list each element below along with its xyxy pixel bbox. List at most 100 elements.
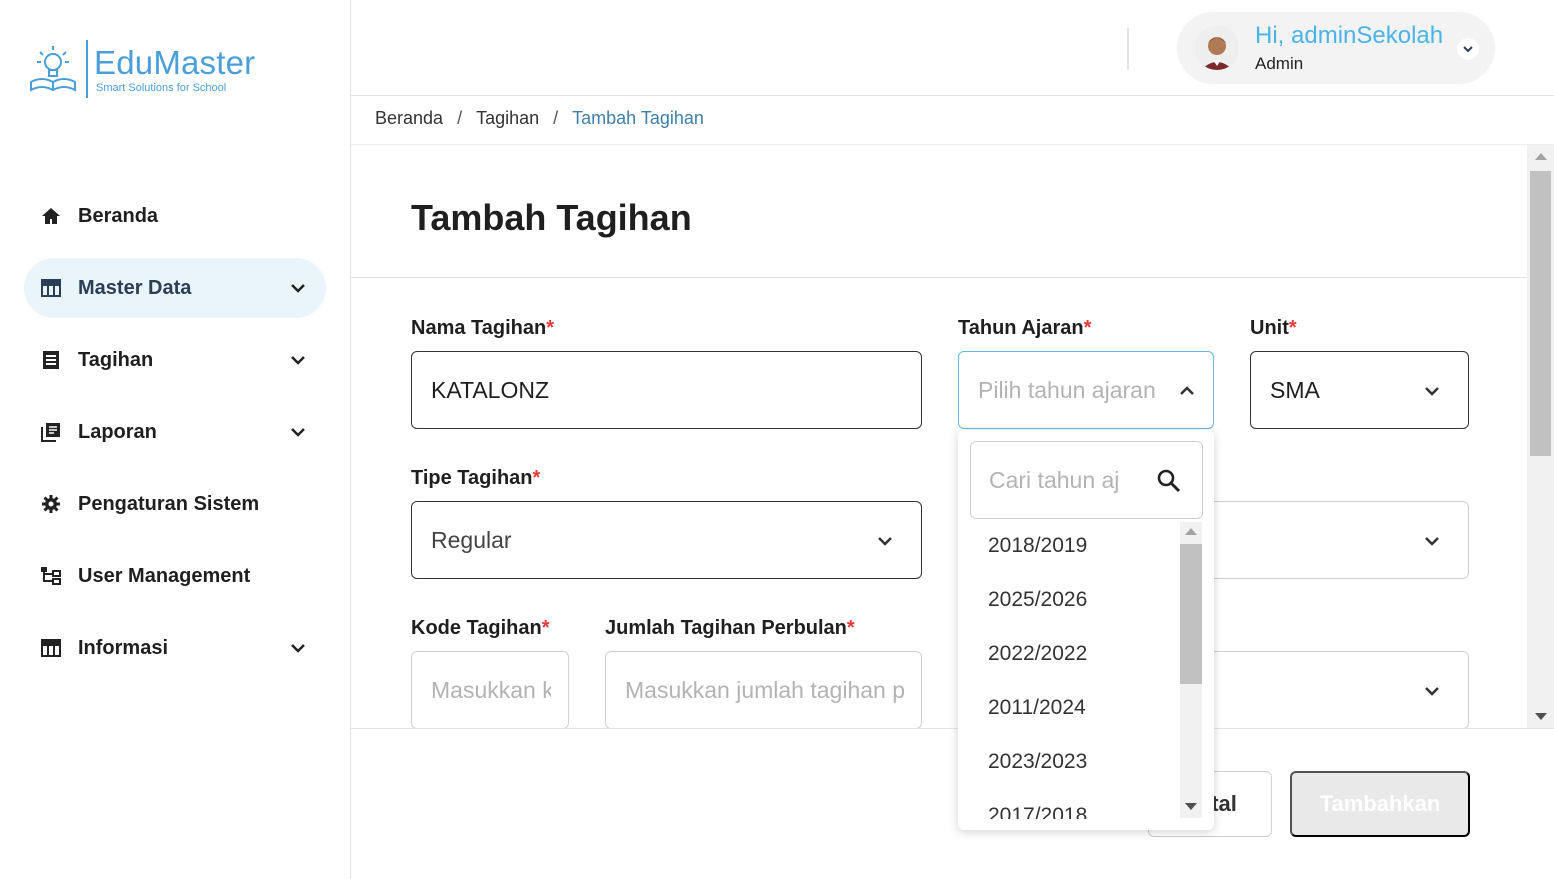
gear-icon xyxy=(40,493,62,515)
avatar xyxy=(1195,26,1239,70)
scroll-up-arrow[interactable] xyxy=(1535,153,1547,160)
nama-tagihan-input[interactable]: KATALONZ xyxy=(411,351,922,429)
breadcrumb-separator: / xyxy=(553,108,559,128)
sidebar-item-label: Beranda xyxy=(78,204,159,227)
unit-label: Unit* xyxy=(1250,317,1297,340)
required-marker: * xyxy=(1288,317,1297,339)
jumlah-tagihan-label: Jumlah Tagihan Perbulan* xyxy=(605,617,855,640)
sidebar: EduMaster Smart Solutions for School Ber… xyxy=(0,0,351,879)
kode-tagihan-label: Kode Tagihan* xyxy=(411,617,550,640)
sidebar-item-label: Pengaturan Sistem xyxy=(78,492,260,515)
sidebar-item-label: Tagihan xyxy=(78,348,154,371)
logo-divider xyxy=(86,40,88,98)
title-divider xyxy=(351,277,1527,278)
search-icon xyxy=(1156,468,1182,494)
scrollbar-thumb[interactable] xyxy=(1180,544,1202,684)
home-icon xyxy=(40,205,62,227)
chevron-down-icon xyxy=(1422,680,1442,700)
scroll-up-arrow[interactable] xyxy=(1185,528,1197,535)
breadcrumb-item-tagihan[interactable]: Tagihan xyxy=(476,108,539,129)
scroll-down-arrow[interactable] xyxy=(1185,803,1197,810)
user-greeting: Hi, adminSekolah xyxy=(1255,22,1444,49)
chevron-down-icon xyxy=(288,422,308,442)
form-card: Tambah Tagihan Nama Tagihan* KATALONZ Ta… xyxy=(351,145,1527,728)
right-select-row2[interactable] xyxy=(1181,501,1469,579)
tipe-tagihan-value: Regular xyxy=(431,526,512,553)
content-scrollbar[interactable] xyxy=(1527,145,1554,728)
tahun-ajaran-select[interactable]: Pilih tahun ajaran xyxy=(958,351,1214,429)
scrollbar-thumb[interactable] xyxy=(1530,171,1551,456)
user-info: Hi, adminSekolah Admin xyxy=(1255,22,1443,74)
report-icon xyxy=(40,421,62,443)
sidebar-item-beranda[interactable]: Beranda xyxy=(24,186,326,246)
tahun-search-placeholder: Cari tahun aj xyxy=(989,466,1120,493)
label-text: Tahun Ajaran xyxy=(958,317,1084,339)
tahun-option[interactable]: 2022/2022 xyxy=(958,627,1180,681)
table-icon xyxy=(40,277,62,299)
sidebar-item-informasi[interactable]: Informasi xyxy=(24,618,326,678)
chevron-up-icon xyxy=(1177,380,1197,400)
jumlah-tagihan-placeholder: Masukkan jumlah tagihan p xyxy=(625,676,905,703)
tahun-option[interactable]: 2011/2024 xyxy=(958,681,1180,735)
breadcrumb-current: Tambah Tagihan xyxy=(572,108,704,128)
tahun-option[interactable]: 2018/2019 xyxy=(958,519,1180,573)
breadcrumb-separator: / xyxy=(457,108,463,128)
tipe-tagihan-select[interactable]: Regular xyxy=(411,501,922,579)
topbar-divider xyxy=(1127,28,1129,70)
sidebar-item-pengaturan-sistem[interactable]: Pengaturan Sistem xyxy=(24,474,326,534)
label-text: Kode Tagihan xyxy=(411,617,542,639)
label-text: Tipe Tagihan xyxy=(411,467,533,489)
tahun-ajaran-dropdown: Cari tahun aj 2018/2019 2025/2026 2022/2… xyxy=(958,430,1214,830)
kode-tagihan-input[interactable]: Masukkan k xyxy=(411,651,569,728)
brand-tagline: Smart Solutions for School xyxy=(96,82,227,94)
sidebar-item-laporan[interactable]: Laporan xyxy=(24,402,326,462)
tahun-search-input[interactable]: Cari tahun aj xyxy=(970,441,1203,519)
sidebar-item-label: Master Data xyxy=(78,276,192,299)
tipe-tagihan-label: Tipe Tagihan* xyxy=(411,467,540,490)
required-marker: * xyxy=(846,617,855,639)
unit-select[interactable]: SMA xyxy=(1250,351,1469,429)
sidebar-item-tagihan[interactable]: Tagihan xyxy=(24,330,326,390)
sidebar-item-master-data[interactable]: Master Data xyxy=(24,258,326,318)
chevron-down-icon[interactable] xyxy=(1457,38,1479,60)
brand-name: EduMaster xyxy=(94,44,256,81)
sidebar-item-label: Informasi xyxy=(78,636,169,659)
submit-button[interactable]: Tambahkan xyxy=(1290,771,1470,837)
scroll-down-arrow[interactable] xyxy=(1535,713,1547,720)
chevron-down-icon xyxy=(288,638,308,658)
required-marker: * xyxy=(541,617,550,639)
logo[interactable]: EduMaster Smart Solutions for School xyxy=(28,40,255,98)
chevron-down-icon xyxy=(288,350,308,370)
unit-value: SMA xyxy=(1270,376,1320,403)
tahun-option[interactable]: 2023/2023 xyxy=(958,735,1180,789)
app: EduMaster Smart Solutions for School Ber… xyxy=(0,0,1554,879)
sidebar-item-label: Laporan xyxy=(78,420,157,443)
sidebar-nav: Beranda Master Data Tagihan Laporan Peng… xyxy=(24,186,326,690)
chevron-down-icon xyxy=(288,278,308,298)
tahun-option[interactable]: 2025/2026 xyxy=(958,573,1180,627)
jumlah-tagihan-input[interactable]: Masukkan jumlah tagihan p xyxy=(605,651,922,728)
tahun-ajaran-placeholder: Pilih tahun ajaran xyxy=(978,376,1156,403)
dropdown-scrollbar[interactable] xyxy=(1180,522,1202,818)
hierarchy-icon xyxy=(40,565,62,587)
sidebar-item-user-management[interactable]: User Management xyxy=(24,546,326,606)
table-icon xyxy=(40,637,62,659)
receipt-icon xyxy=(40,349,62,371)
chevron-down-icon xyxy=(1422,380,1442,400)
footer-divider xyxy=(351,728,1554,729)
user-role: Admin xyxy=(1255,54,1304,73)
required-marker: * xyxy=(1083,317,1092,339)
nama-tagihan-value: KATALONZ xyxy=(431,376,549,403)
nama-tagihan-label: Nama Tagihan* xyxy=(411,317,554,340)
user-menu[interactable]: Hi, adminSekolah Admin xyxy=(1177,12,1495,84)
chevron-down-icon xyxy=(1422,530,1442,550)
label-text: Nama Tagihan xyxy=(411,317,547,339)
right-select-row3[interactable] xyxy=(1181,651,1469,728)
kode-tagihan-placeholder: Masukkan k xyxy=(431,676,551,703)
required-marker: * xyxy=(532,467,541,489)
page-title: Tambah Tagihan xyxy=(411,197,692,238)
breadcrumb-item-beranda[interactable]: Beranda xyxy=(375,108,443,129)
tahun-option-list: 2018/2019 2025/2026 2022/2022 2011/2024 … xyxy=(958,519,1180,819)
tahun-option[interactable]: 2017/2018 xyxy=(958,789,1180,819)
label-text: Jumlah Tagihan Perbulan xyxy=(605,617,847,639)
